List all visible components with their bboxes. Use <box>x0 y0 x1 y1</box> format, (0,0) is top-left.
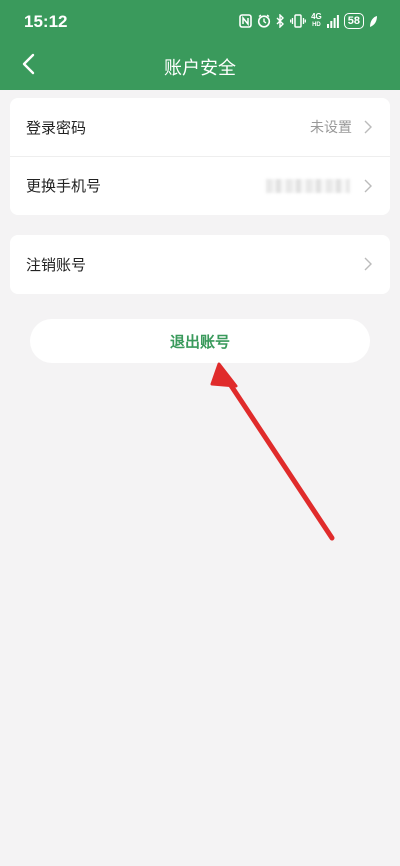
network-sub-label: HD <box>312 22 321 28</box>
signal-bars-icon <box>326 14 339 28</box>
signal-icon: 4G HD <box>311 13 322 29</box>
account-card: 注销账号 <box>10 235 390 294</box>
page-title: 账户安全 <box>164 58 236 79</box>
logout-button[interactable]: 退出账号 <box>30 319 370 363</box>
cancel-account-label: 注销账号 <box>26 255 87 274</box>
leaf-icon <box>369 15 378 28</box>
security-settings-card: 登录密码 未设置 更换手机号 <box>10 98 390 215</box>
login-password-row[interactable]: 登录密码 未设置 <box>10 98 390 156</box>
vibrate-icon <box>290 14 307 28</box>
bluetooth-icon <box>276 14 285 28</box>
nav-bar: 账户安全 <box>0 44 400 88</box>
change-phone-row[interactable]: 更换手机号 <box>10 156 390 214</box>
chevron-right-icon <box>364 119 374 135</box>
chevron-right-icon <box>364 256 374 272</box>
network-type-label: 4G <box>311 12 322 21</box>
nfc-icon <box>239 14 252 28</box>
alarm-icon <box>257 14 271 28</box>
status-icons: 4G HD 58 <box>239 13 378 29</box>
status-bar: 15:12 4G HD 58 <box>0 0 400 44</box>
phone-number-redacted <box>266 178 350 193</box>
login-password-status: 未设置 <box>310 120 352 136</box>
arrow-head <box>210 362 238 388</box>
arrow-shaft <box>223 375 335 541</box>
status-time: 15:12 <box>24 12 68 31</box>
change-phone-label: 更换手机号 <box>26 177 102 195</box>
app-header: 15:12 4G HD 58 账户安全 <box>0 0 400 90</box>
battery-icon: 58 <box>343 13 364 29</box>
cancel-account-row[interactable]: 注销账号 <box>10 235 390 293</box>
chevron-right-icon <box>364 178 374 194</box>
login-password-label: 登录密码 <box>26 118 87 137</box>
